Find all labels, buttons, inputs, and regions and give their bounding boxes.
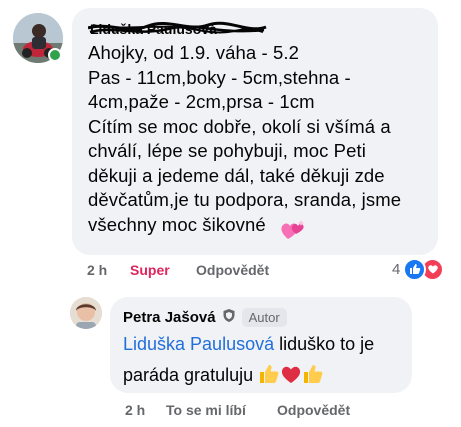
thumbs-up-emoji xyxy=(302,365,324,385)
reaction-count: 4 xyxy=(392,260,401,278)
red-heart-emoji xyxy=(280,365,302,385)
comment-text: Ahojky, od 1.9. váha - 5.2 Pas - 11cm,bo… xyxy=(88,42,402,235)
reply-button[interactable]: Odpovědět xyxy=(196,262,269,278)
comment-time[interactable]: 2 h xyxy=(87,262,107,278)
sparkling-heart-emoji xyxy=(279,219,305,248)
reply-author-row: Petra Jašová Autor xyxy=(123,308,287,327)
like-reaction-icon xyxy=(403,257,427,281)
reaction-button-super[interactable]: Super xyxy=(130,262,170,278)
reaction-summary[interactable]: 4 xyxy=(392,257,445,281)
reply-text-line2: paráda gratuluju xyxy=(123,365,259,385)
reply-text-line1: liduško to je xyxy=(274,334,375,354)
thumbs-up-emoji xyxy=(258,365,280,385)
author-badge: Autor xyxy=(241,308,287,327)
reply-reply-button[interactable]: Odpovědět xyxy=(277,402,350,418)
online-status-icon xyxy=(48,48,62,62)
reply-text: Liduška Paulusová liduško to je paráda g… xyxy=(123,329,408,391)
shield-icon xyxy=(222,308,236,327)
mention-link[interactable]: Liduška Paulusová xyxy=(123,334,274,354)
author-name-redacted[interactable]: Liduška Paulusová xyxy=(87,20,268,38)
reply-time[interactable]: 2 h xyxy=(125,402,145,418)
avatar-petra[interactable] xyxy=(70,297,102,329)
like-button[interactable]: To se mi líbí xyxy=(166,402,246,418)
reply-author-name[interactable]: Petra Jašová xyxy=(123,309,216,326)
